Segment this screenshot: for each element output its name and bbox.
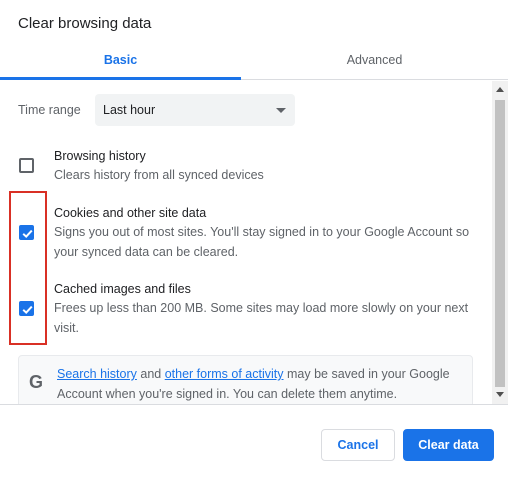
scroll-up-arrow-icon[interactable] <box>496 87 504 92</box>
tab-basic[interactable]: Basic <box>0 44 241 80</box>
scroll-down-arrow-icon[interactable] <box>496 392 504 397</box>
checkbox-highlight-box <box>9 191 47 345</box>
tab-selected-indicator <box>0 77 241 80</box>
info-text-part: and <box>136 367 165 381</box>
google-account-info-box: G Search history and other forms of acti… <box>18 355 473 404</box>
dialog-content: Time range Last hour Browsing history Cl… <box>0 81 492 404</box>
search-history-link[interactable]: Search history <box>57 367 137 381</box>
option-title: Browsing history <box>54 149 146 163</box>
option-title: Cached images and files <box>54 282 191 296</box>
dropdown-arrow-icon <box>276 108 286 113</box>
clear-data-button[interactable]: Clear data <box>403 429 494 461</box>
info-text: Search history and other forms of activi… <box>57 364 467 404</box>
tab-bar: Basic Advanced <box>0 44 508 80</box>
time-range-label: Time range <box>18 103 81 117</box>
browsing-history-checkbox[interactable] <box>19 158 34 173</box>
option-description: Signs you out of most sites. You'll stay… <box>54 225 470 259</box>
option-title: Cookies and other site data <box>54 206 207 220</box>
clear-browsing-data-dialog: Clear browsing data Basic Advanced Time … <box>0 0 508 480</box>
dialog-title: Clear browsing data <box>18 15 152 32</box>
other-activity-link[interactable]: other forms of activity <box>165 367 284 381</box>
dialog-footer: Cancel Clear data <box>0 404 508 480</box>
time-range-select[interactable]: Last hour <box>95 94 295 126</box>
time-range-value: Last hour <box>103 103 156 117</box>
cancel-button[interactable]: Cancel <box>321 429 395 461</box>
tab-advanced[interactable]: Advanced <box>241 44 508 80</box>
option-description: Clears history from all synced devices <box>54 168 264 182</box>
scroll-thumb[interactable] <box>495 100 505 387</box>
google-g-icon: G <box>29 372 44 392</box>
option-description: Frees up less than 200 MB. Some sites ma… <box>54 301 469 335</box>
scrollbar[interactable] <box>492 81 508 404</box>
